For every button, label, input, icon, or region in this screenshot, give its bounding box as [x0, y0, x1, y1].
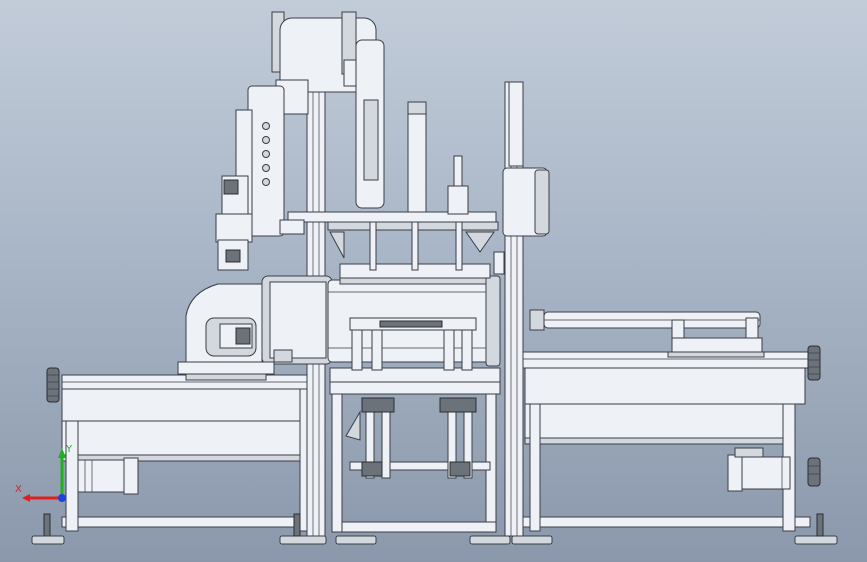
left-drive-motor — [77, 457, 139, 495]
center-lift-frame — [329, 367, 501, 533]
right-base-frame — [519, 351, 811, 532]
main-drum — [261, 275, 501, 371]
triad-x-label: X — [15, 484, 22, 495]
machine-drawing — [22, 11, 838, 545]
triad-y-label: Y — [66, 444, 73, 455]
push-cylinder — [529, 309, 765, 358]
robot-arm — [215, 11, 385, 271]
cad-viewport[interactable]: X Y — [0, 0, 867, 562]
right-drive-motor — [727, 447, 791, 492]
coordinate-triad — [22, 448, 66, 502]
left-base-frame — [61, 374, 323, 532]
